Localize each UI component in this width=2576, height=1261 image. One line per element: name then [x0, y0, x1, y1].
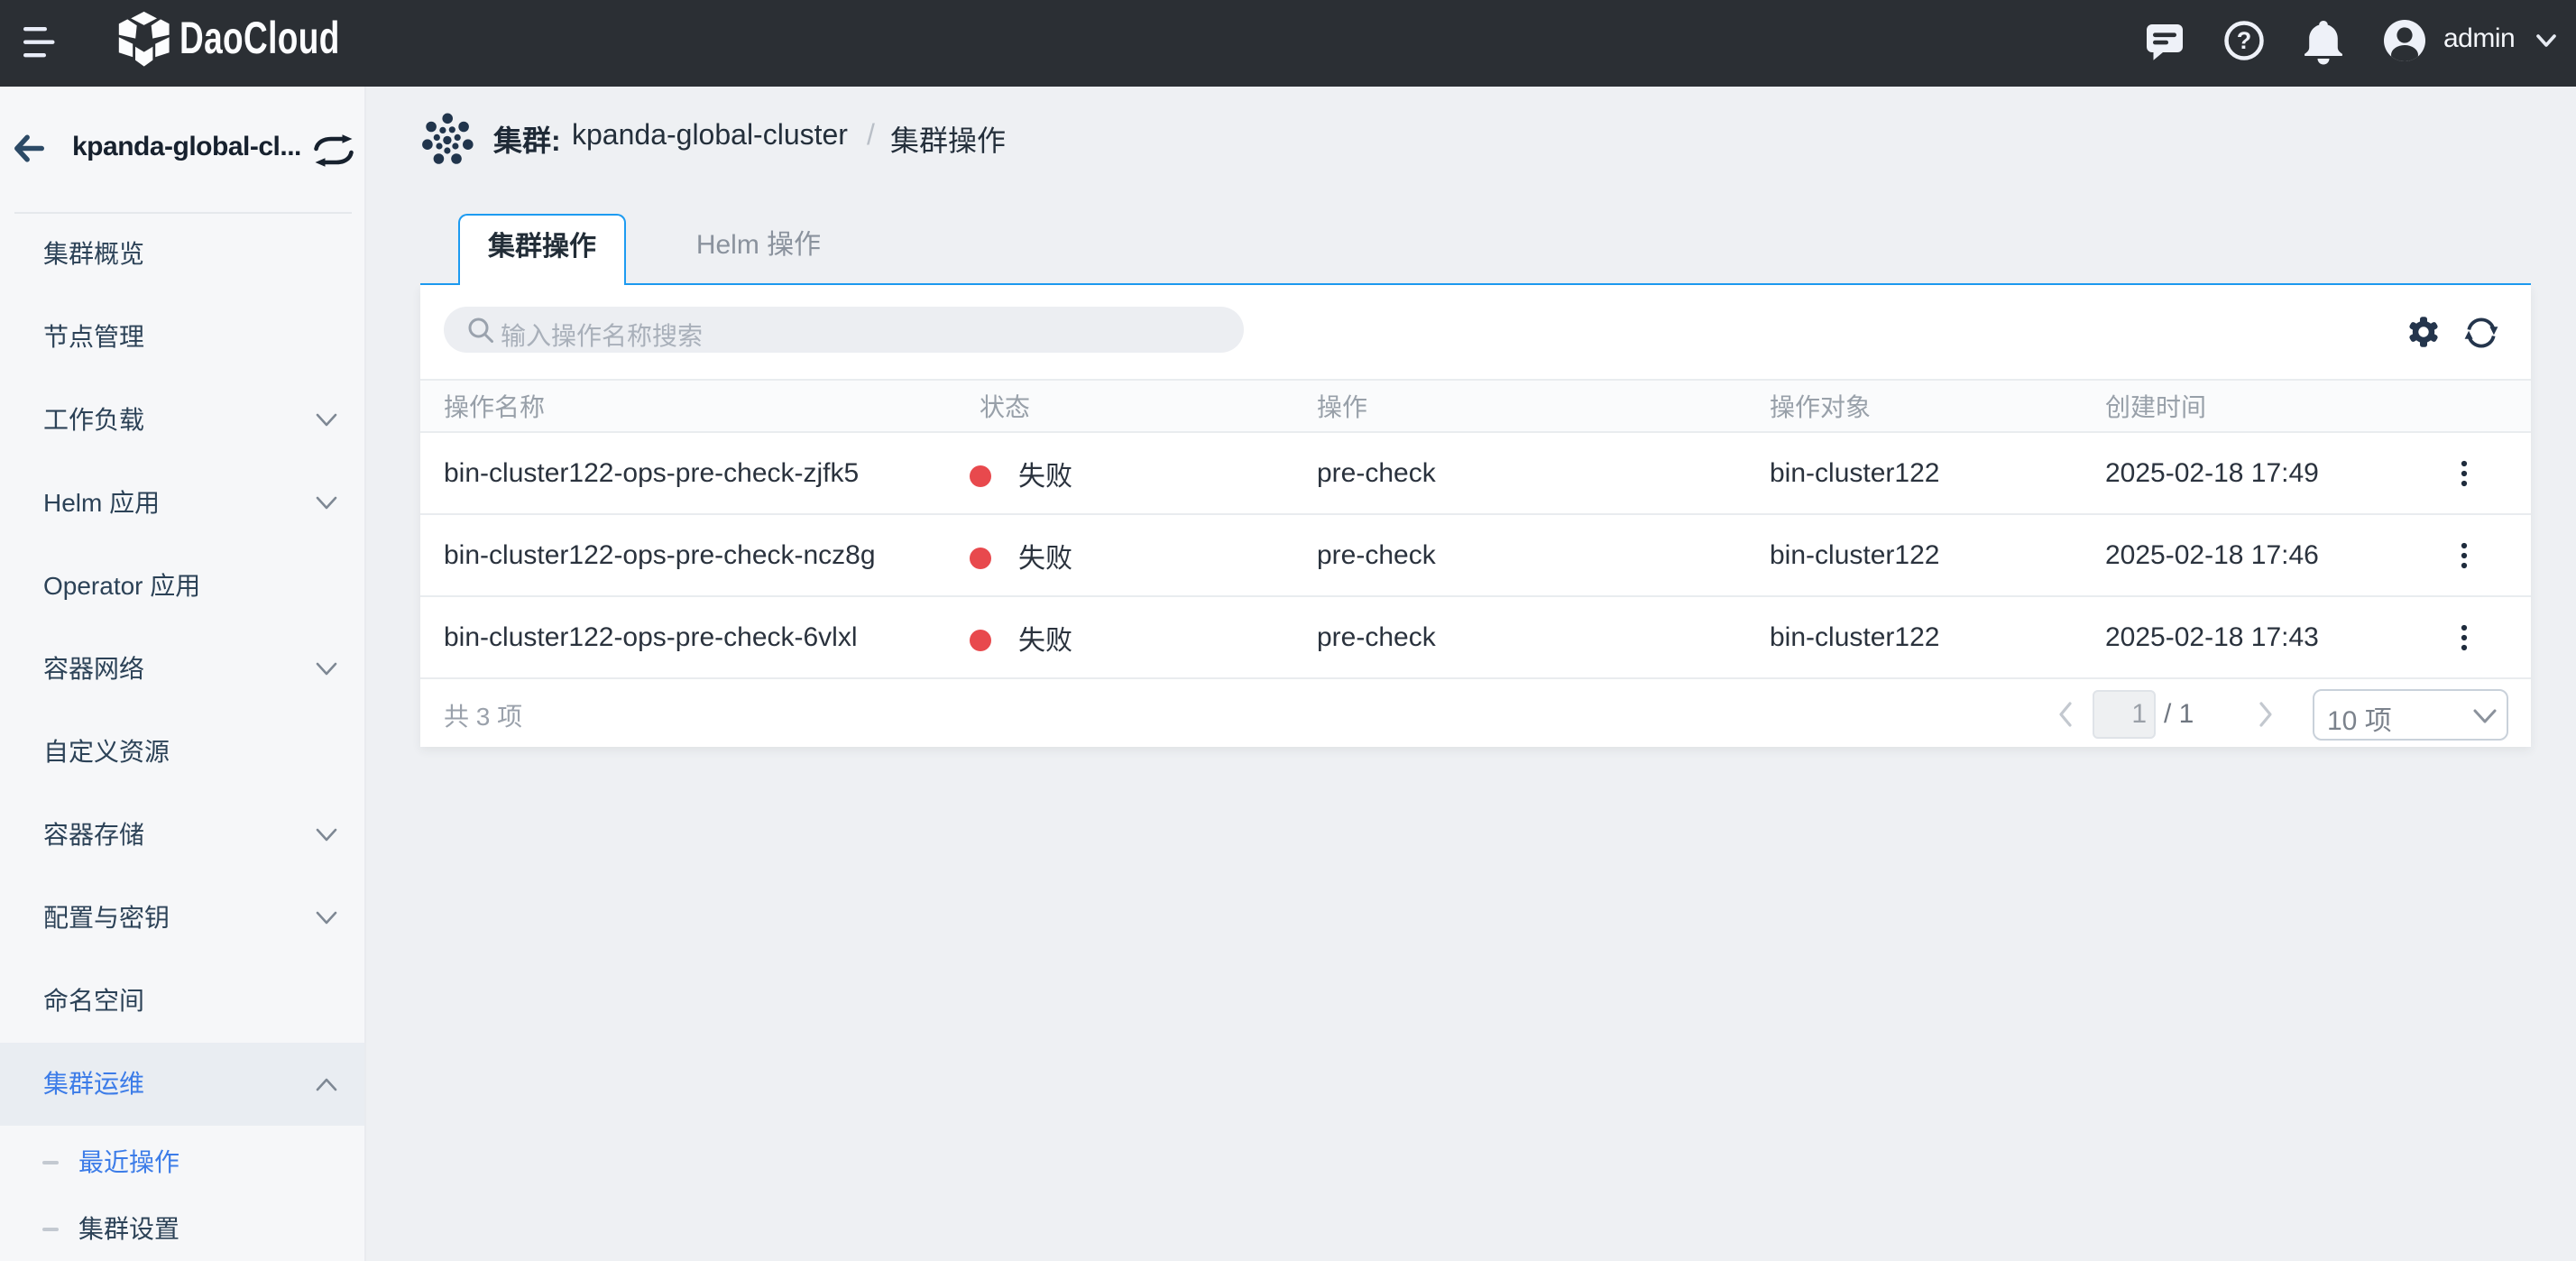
svg-text:?: ? [2237, 27, 2252, 54]
